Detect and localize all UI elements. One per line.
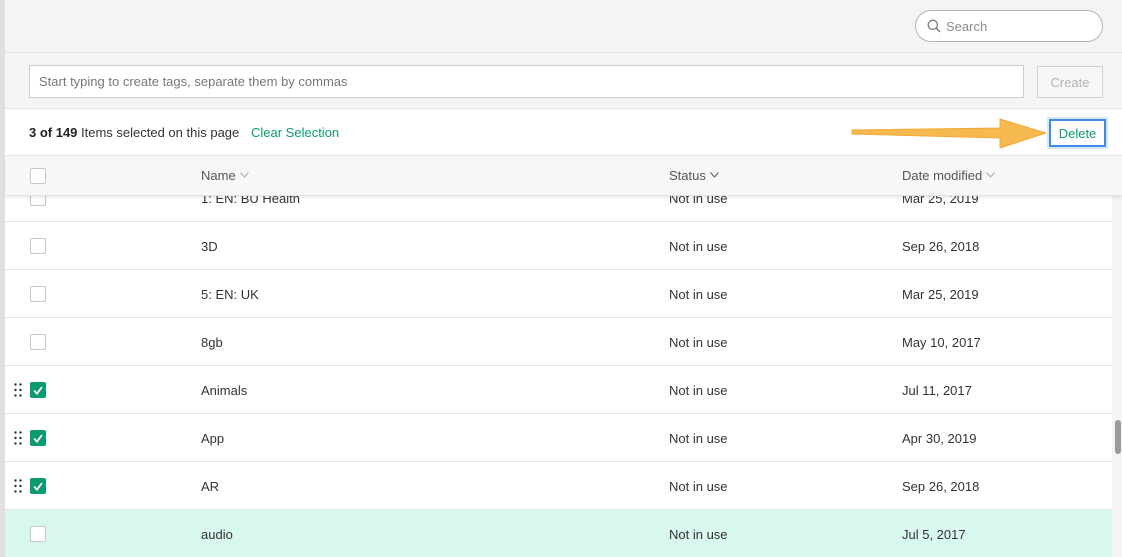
column-header-date-modified[interactable]: Date modified [902,168,996,183]
tag-input[interactable] [29,65,1024,98]
search-input[interactable] [946,16,1091,36]
row-checkbox[interactable] [30,526,46,542]
drag-handle-icon[interactable] [14,479,22,493]
selection-bar: 3 of 149 Items selected on this page Cle… [5,108,1122,156]
chevron-down-icon [709,172,719,178]
chevron-down-icon [239,172,249,178]
cell-date: Sep 26, 2018 [902,479,980,494]
table-header: Name Status Date modified [5,156,1122,196]
cell-status: Not in use [669,335,728,350]
cell-status: Not in use [669,239,728,254]
column-header-label: Status [669,168,706,183]
row-checkbox[interactable] [30,238,46,254]
table-row[interactable]: 8gb Not in use May 10, 2017 [5,318,1112,366]
selection-text: Items selected on this page [81,125,240,140]
cell-date: Sep 26, 2018 [902,239,980,254]
table-row[interactable]: 5: EN: UK Not in use Mar 25, 2019 [5,270,1112,318]
row-checkbox[interactable] [30,286,46,302]
row-checkbox[interactable] [30,334,46,350]
column-header-label: Date modified [902,168,983,183]
table-row[interactable]: App Not in use Apr 30, 2019 [5,414,1112,462]
chevron-down-icon [986,172,996,178]
cell-date: Apr 30, 2019 [902,431,977,446]
cell-name: App [201,431,225,446]
cell-date: Jul 11, 2017 [902,383,972,398]
row-checkbox[interactable] [30,430,46,446]
selection-count: 3 of 149 [29,125,78,140]
cell-name: 3D [201,239,218,254]
row-checkbox[interactable] [30,478,46,494]
checkmark-icon [33,434,43,443]
search-box[interactable] [915,10,1103,42]
table-row[interactable]: Animals Not in use Jul 11, 2017 [5,366,1112,414]
row-checkbox[interactable] [30,196,46,206]
cell-name: 5: EN: UK [201,287,259,302]
cell-date: May 10, 2017 [902,335,981,350]
tag-create-bar: Create [5,54,1122,108]
cell-name: audio [201,527,233,542]
checkmark-icon [33,386,43,395]
table-row[interactable]: audio Not in use Jul 5, 2017 [5,510,1112,557]
top-bar [5,0,1122,53]
row-checkbox[interactable] [30,382,46,398]
annotation-arrow [851,118,1047,149]
table-row[interactable]: AR Not in use Sep 26, 2018 [5,462,1112,510]
cell-name: AR [201,479,220,494]
column-header-label: Name [201,168,236,183]
cell-status: Not in use [669,431,728,446]
cell-date: Mar 25, 2019 [902,287,979,302]
cell-date: Mar 25, 2019 [902,196,979,206]
cell-status: Not in use [669,479,728,494]
drag-handle-icon[interactable] [14,383,22,397]
checkmark-icon [33,482,43,491]
cell-status: Not in use [669,527,728,542]
delete-button[interactable]: Delete [1049,119,1106,147]
create-button[interactable]: Create [1037,66,1103,98]
vertical-scrollbar[interactable] [1112,196,1122,557]
select-all-checkbox[interactable] [30,168,46,184]
column-header-status[interactable]: Status [669,168,719,183]
cell-name: 1: EN: BU Health [201,196,300,206]
table-row[interactable]: 1: EN: BU Health Not in use Mar 25, 2019 [5,196,1112,222]
search-icon [927,19,941,33]
cell-status: Not in use [669,287,728,302]
cell-name: Animals [201,383,248,398]
cell-date: Jul 5, 2017 [902,527,966,542]
cell-status: Not in use [669,196,728,206]
drag-handle-icon[interactable] [14,431,22,445]
scrollbar-thumb[interactable] [1115,420,1121,454]
table-row[interactable]: 3D Not in use Sep 26, 2018 [5,222,1112,270]
clear-selection-link[interactable]: Clear Selection [251,125,339,140]
column-header-name[interactable]: Name [201,168,249,183]
table-body: 1: EN: BU Health Not in use Mar 25, 2019… [5,196,1112,557]
cell-status: Not in use [669,383,728,398]
cell-name: 8gb [201,335,223,350]
